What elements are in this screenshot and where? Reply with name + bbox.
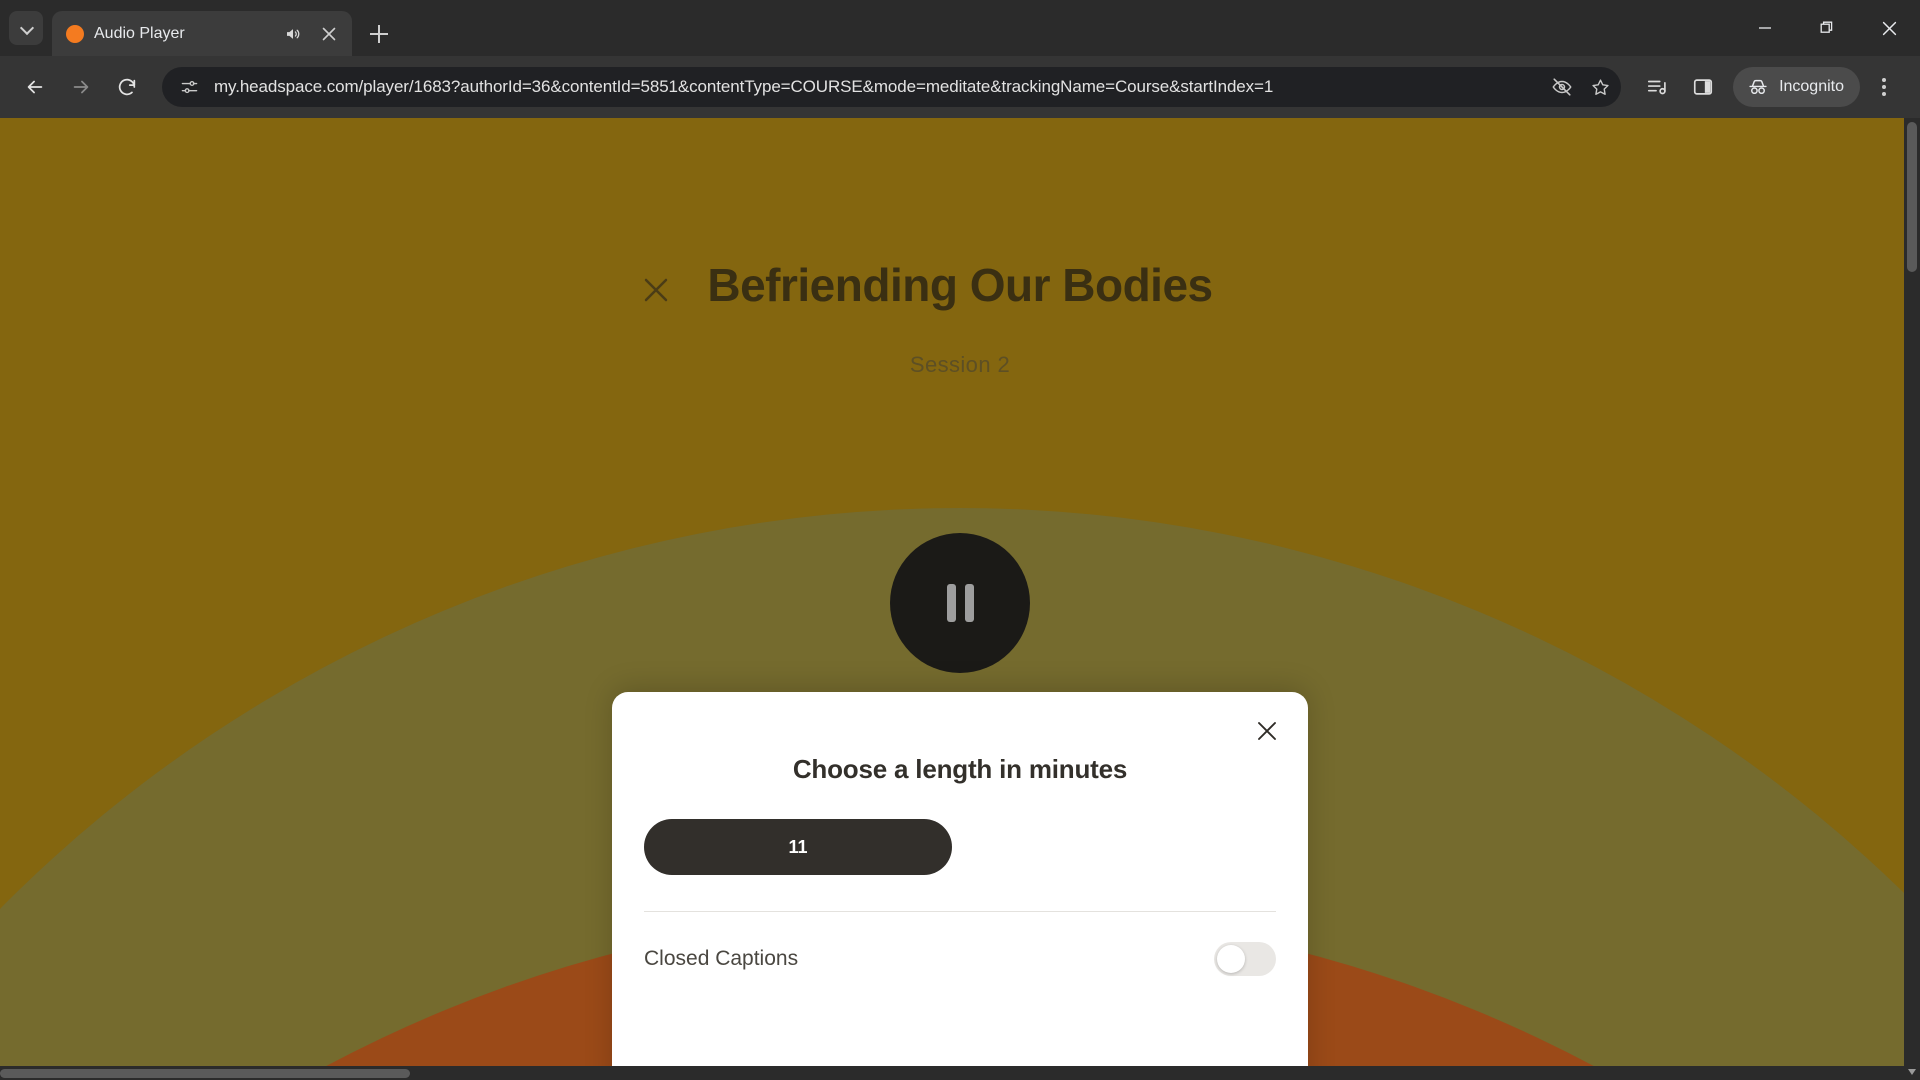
- forward-button[interactable]: [60, 66, 102, 108]
- incognito-label: Incognito: [1779, 78, 1844, 95]
- modal-title: Choose a length in minutes: [792, 754, 1128, 784]
- tab-strip: Audio Player: [0, 0, 1920, 56]
- browser-tab[interactable]: Audio Player: [52, 11, 352, 56]
- toggle-knob: [1217, 945, 1245, 973]
- modal-close-button[interactable]: [1250, 714, 1284, 748]
- page-subtitle: Session 2: [909, 352, 1011, 377]
- tab-title: Audio Player: [94, 24, 185, 42]
- tab-search-button[interactable]: [9, 11, 43, 45]
- closed-captions-row: Closed Captions: [644, 942, 1276, 976]
- closed-captions-label: Closed Captions: [644, 947, 799, 970]
- toolbar-right-actions: Incognito: [1635, 65, 1906, 109]
- player-hero: Befriending Our Bodies Session 2: [0, 258, 1920, 378]
- play-pause-button[interactable]: [890, 533, 1030, 673]
- tab-search-area: [0, 0, 52, 56]
- length-option-selected[interactable]: 11: [644, 819, 952, 875]
- url-text: my.headspace.com/player/1683?authorId=36…: [214, 77, 1274, 96]
- maximize-button[interactable]: [1796, 0, 1858, 56]
- pause-icon-bar-right: [964, 584, 974, 622]
- browser-window: Audio Player my.headspace.com/player/168…: [0, 0, 1920, 1080]
- closed-captions-toggle[interactable]: [1214, 942, 1276, 976]
- incognito-indicator[interactable]: Incognito: [1733, 67, 1860, 107]
- three-dots-menu-icon[interactable]: [1862, 65, 1906, 109]
- media-playlist-icon[interactable]: [1635, 65, 1679, 109]
- side-panel-icon[interactable]: [1681, 65, 1725, 109]
- window-controls: [1734, 0, 1920, 56]
- vertical-scrollbar[interactable]: [1904, 118, 1920, 1080]
- chevron-down-icon: [21, 23, 32, 34]
- page-settings-icon[interactable]: [176, 74, 202, 100]
- back-button[interactable]: [14, 66, 56, 108]
- browser-toolbar: my.headspace.com/player/1683?authorId=36…: [0, 56, 1920, 118]
- length-picker-modal: Choose a length in minutes 11 Closed Cap…: [612, 692, 1308, 1080]
- tab-close-icon[interactable]: [316, 21, 342, 47]
- modal-divider: [644, 911, 1276, 912]
- new-tab-button[interactable]: [362, 17, 396, 51]
- close-window-button[interactable]: [1858, 0, 1920, 56]
- star-icon[interactable]: [1587, 74, 1613, 100]
- reload-button[interactable]: [106, 66, 148, 108]
- page-viewport: Befriending Our Bodies Session 2 Choose …: [0, 118, 1920, 1080]
- pause-icon-bar-left: [946, 584, 956, 622]
- horizontal-scrollbar-thumb[interactable]: [0, 1069, 410, 1078]
- length-options-row: 11: [644, 819, 1276, 875]
- scroll-down-arrow[interactable]: [1904, 1064, 1920, 1080]
- incognito-hat-icon: [1745, 74, 1771, 100]
- address-bar[interactable]: my.headspace.com/player/1683?authorId=36…: [162, 67, 1622, 107]
- minimize-button[interactable]: [1734, 0, 1796, 56]
- tab-favicon: [66, 24, 84, 43]
- speaker-playing-icon[interactable]: [280, 21, 306, 47]
- vertical-scrollbar-thumb[interactable]: [1907, 122, 1917, 272]
- plus-icon: [370, 25, 388, 43]
- eye-slash-icon[interactable]: [1549, 74, 1575, 100]
- horizontal-scrollbar[interactable]: [0, 1066, 1904, 1080]
- page-title: Befriending Our Bodies: [707, 259, 1213, 311]
